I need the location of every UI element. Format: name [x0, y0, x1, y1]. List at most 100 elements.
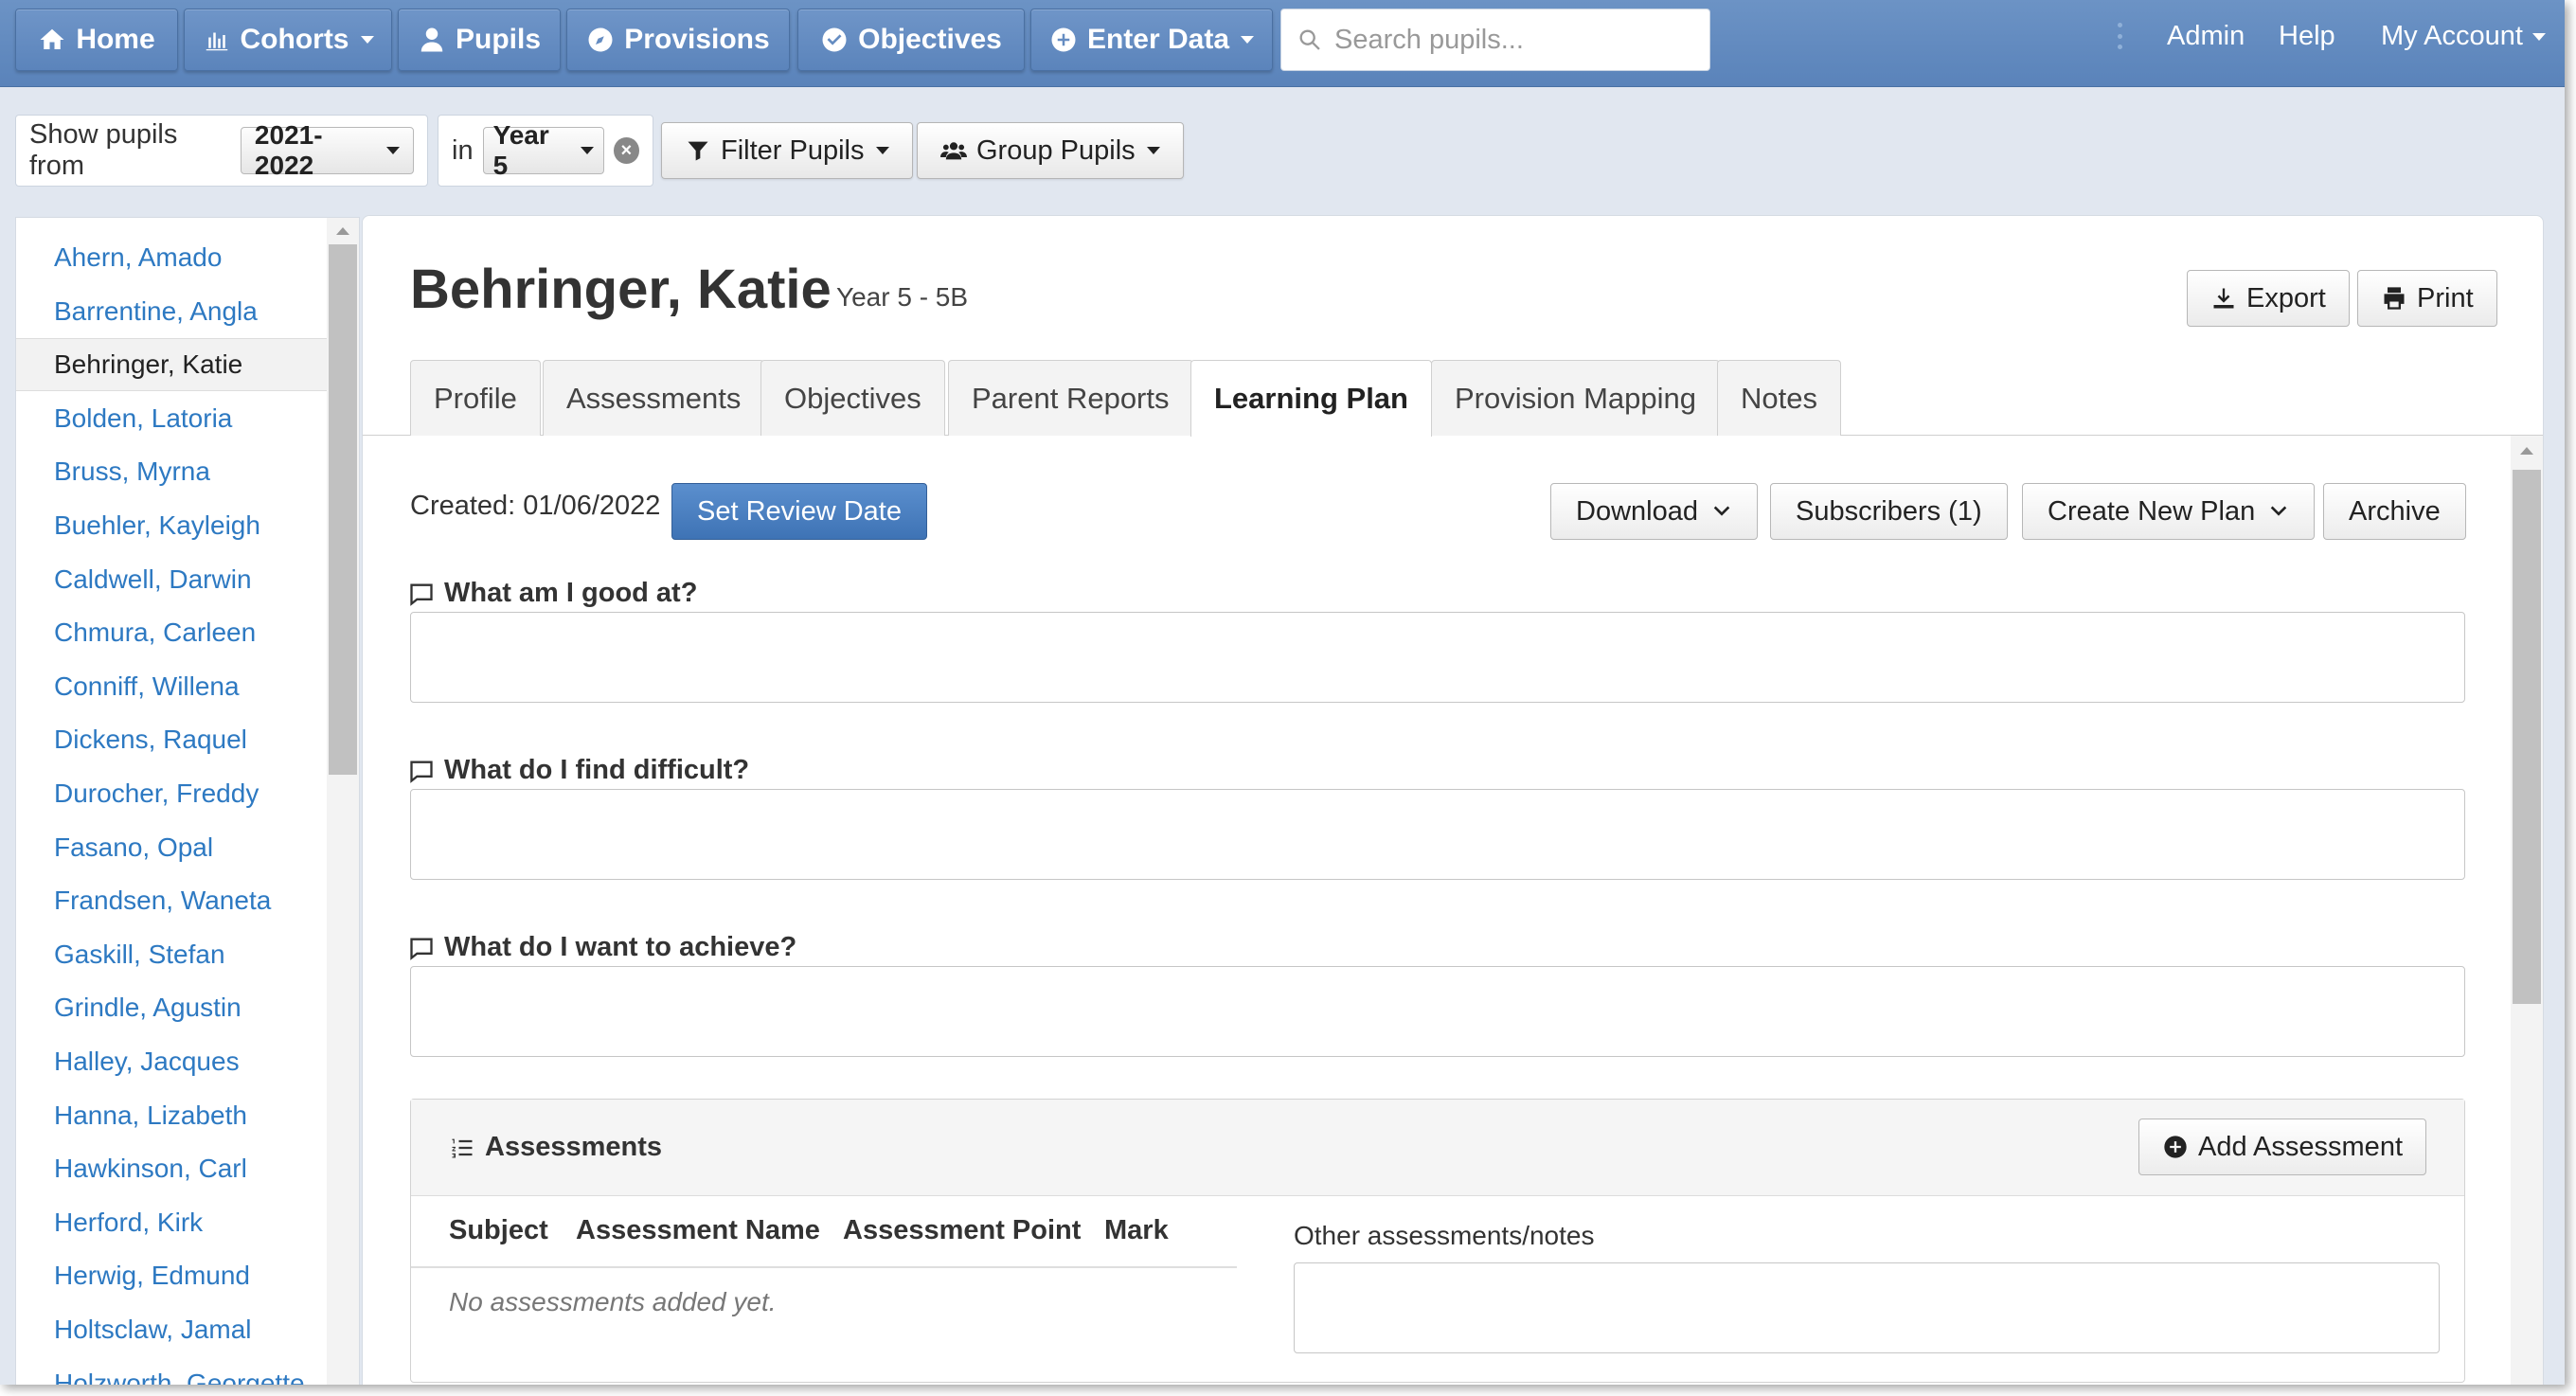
pupil-list-item[interactable]: Conniff, Willena	[16, 660, 329, 713]
nav-objectives-button[interactable]: Objectives	[797, 9, 1025, 71]
year-group-select[interactable]: Year 5	[482, 120, 604, 180]
caret-down-icon	[1241, 36, 1255, 44]
archive-button[interactable]: Archive	[2323, 483, 2466, 540]
assessments-panel-title: Assessments	[449, 1132, 662, 1163]
tab-objectives[interactable]: Objectives	[760, 360, 945, 436]
nav-provisions-button[interactable]: Provisions	[566, 9, 790, 71]
nav-home-button[interactable]: Home	[15, 9, 178, 71]
export-button[interactable]: Export	[2187, 270, 2350, 327]
year-range-filter: Show pupils from 2021-2022	[15, 115, 428, 187]
pupil-list-item[interactable]: Halley, Jacques	[16, 1035, 329, 1088]
tab-profile[interactable]: Profile	[410, 360, 541, 436]
nav-enter-data-label: Enter Data	[1086, 24, 1230, 55]
pupil-detail-panel: Behringer, Katie Year 5 - 5B Export Prin…	[362, 215, 2544, 1385]
search-input[interactable]	[1334, 24, 1694, 56]
comment-icon	[410, 583, 433, 606]
year-group-value: Year 5	[492, 120, 549, 180]
tab-provision-mapping[interactable]: Provision Mapping	[1431, 360, 1721, 436]
table-header-divider	[411, 1266, 1237, 1268]
year-group-filter: in Year 5 ×	[438, 115, 653, 187]
top-navbar: Home Cohorts Pupils Provisions Objective…	[0, 0, 2565, 87]
subscribers-button[interactable]: Subscribers (1)	[1770, 483, 2008, 540]
pupil-list-item[interactable]: Ahern, Amado	[16, 231, 329, 284]
tab-parent-reports[interactable]: Parent Reports	[948, 360, 1193, 436]
pupil-list-item[interactable]: Buehler, Kayleigh	[16, 499, 329, 552]
admin-link[interactable]: Admin	[2167, 21, 2245, 52]
search-icon	[1299, 29, 1320, 50]
print-icon	[2384, 287, 2405, 310]
help-link[interactable]: Help	[2279, 21, 2335, 52]
question-good-at-label: What am I good at?	[408, 578, 697, 609]
filter-pupils-label: Filter Pupils	[721, 134, 865, 166]
my-account-link[interactable]: My Account	[2381, 21, 2546, 52]
other-assessments-textarea[interactable]	[1294, 1262, 2440, 1353]
pupil-list-item[interactable]: Bruss, Myrna	[16, 445, 329, 498]
pupil-list-item[interactable]: Holzworth, Georgette	[16, 1357, 329, 1385]
tab-assessments[interactable]: Assessments	[543, 360, 765, 436]
pupil-list-item[interactable]: Herwig, Edmund	[16, 1249, 329, 1302]
in-label: in	[452, 134, 474, 166]
pupil-list-item[interactable]: Grindle, Agustin	[16, 981, 329, 1034]
achieve-textarea[interactable]	[410, 966, 2465, 1057]
clear-filter-icon[interactable]: ×	[613, 137, 639, 164]
pupil-list-sidebar: Ahern, Amado Barrentine, Angla Behringer, …	[15, 217, 360, 1385]
chevron-down-icon	[2270, 506, 2287, 516]
scroll-up-arrow-icon[interactable]	[2520, 447, 2533, 455]
pupil-list-item[interactable]: Holtsclaw, Jamal	[16, 1303, 329, 1356]
good-at-textarea[interactable]	[410, 612, 2465, 703]
year-range-select[interactable]: 2021-2022	[240, 120, 414, 180]
pupil-list-item[interactable]: Behringer, Katie	[16, 338, 329, 392]
caret-down-icon	[1146, 147, 1160, 154]
pupil-list-item[interactable]: Gaskill, Stefan	[16, 928, 329, 981]
compass-icon	[588, 27, 613, 52]
download-button[interactable]: Download	[1550, 483, 1758, 540]
content-scroll-thumb[interactable]	[2513, 470, 2541, 1004]
filter-pupils-button[interactable]: Filter Pupils	[661, 122, 913, 179]
created-date: Created: 01/06/2022	[410, 491, 661, 521]
nav-enter-data-button[interactable]: Enter Data	[1030, 9, 1273, 71]
plus-circle-icon	[1051, 27, 1076, 52]
nav-pupils-button[interactable]: Pupils	[398, 9, 561, 71]
pupil-list-item[interactable]: Chmura, Carleen	[16, 606, 329, 659]
add-assessment-label: Add Assessment	[2198, 1131, 2403, 1162]
pupil-list-item[interactable]: Herford, Kirk	[16, 1196, 329, 1249]
pupil-tabs: Profile Assessments Objectives Parent Re…	[363, 360, 2543, 437]
assessments-panel-header: Assessments Add Assessment	[411, 1100, 2464, 1196]
pupil-list-item[interactable]: Caldwell, Darwin	[16, 553, 329, 606]
pupil-list-item[interactable]: Hawkinson, Carl	[16, 1142, 329, 1195]
pupil-list-item[interactable]: Dickens, Raquel	[16, 713, 329, 766]
group-pupils-button[interactable]: Group Pupils	[917, 122, 1184, 179]
pupil-list-item[interactable]: Bolden, Latoria	[16, 392, 329, 445]
filter-icon	[688, 141, 708, 161]
assessments-panel: Assessments Add Assessment Subject Asses…	[410, 1099, 2465, 1383]
pupil-list-item[interactable]: Frandsen, Waneta	[16, 874, 329, 927]
nav-cohorts-button[interactable]: Cohorts	[184, 9, 392, 71]
set-review-date-button[interactable]: Set Review Date	[671, 483, 927, 540]
print-button[interactable]: Print	[2357, 270, 2497, 327]
my-account-label: My Account	[2381, 21, 2523, 51]
pupil-list-item[interactable]: Hanna, Lizabeth	[16, 1089, 329, 1142]
chevron-down-icon	[1713, 506, 1730, 516]
sidebar-scrollbar[interactable]	[327, 218, 359, 1385]
pupil-list-item[interactable]: Barrentine, Angla	[16, 285, 329, 338]
pupil-list-item[interactable]: Fasano, Opal	[16, 821, 329, 874]
difficult-textarea[interactable]	[410, 789, 2465, 880]
tab-notes[interactable]: Notes	[1717, 360, 1841, 436]
group-pupils-label: Group Pupils	[976, 134, 1136, 166]
column-header-mark: Mark	[1104, 1215, 1169, 1245]
caret-down-icon	[386, 147, 400, 154]
other-assessments-label: Other assessments/notes	[1294, 1221, 1595, 1250]
sidebar-scroll-thumb[interactable]	[329, 244, 357, 775]
tab-learning-plan[interactable]: Learning Plan	[1190, 360, 1432, 437]
add-assessment-button[interactable]: Add Assessment	[2138, 1119, 2426, 1175]
caret-down-icon	[875, 147, 889, 154]
no-assessments-message: No assessments added yet.	[449, 1287, 777, 1316]
more-vertical-icon[interactable]	[2118, 23, 2123, 49]
column-header-assessment-point: Assessment Point	[843, 1215, 1082, 1245]
column-header-assessment-name: Assessment Name	[576, 1215, 820, 1245]
content-scrollbar[interactable]	[2511, 436, 2543, 1385]
search-box[interactable]	[1280, 9, 1710, 71]
create-new-plan-button[interactable]: Create New Plan	[2022, 483, 2316, 540]
pupil-list-item[interactable]: Durocher, Freddy	[16, 767, 329, 820]
scroll-up-arrow-icon[interactable]	[336, 227, 349, 235]
